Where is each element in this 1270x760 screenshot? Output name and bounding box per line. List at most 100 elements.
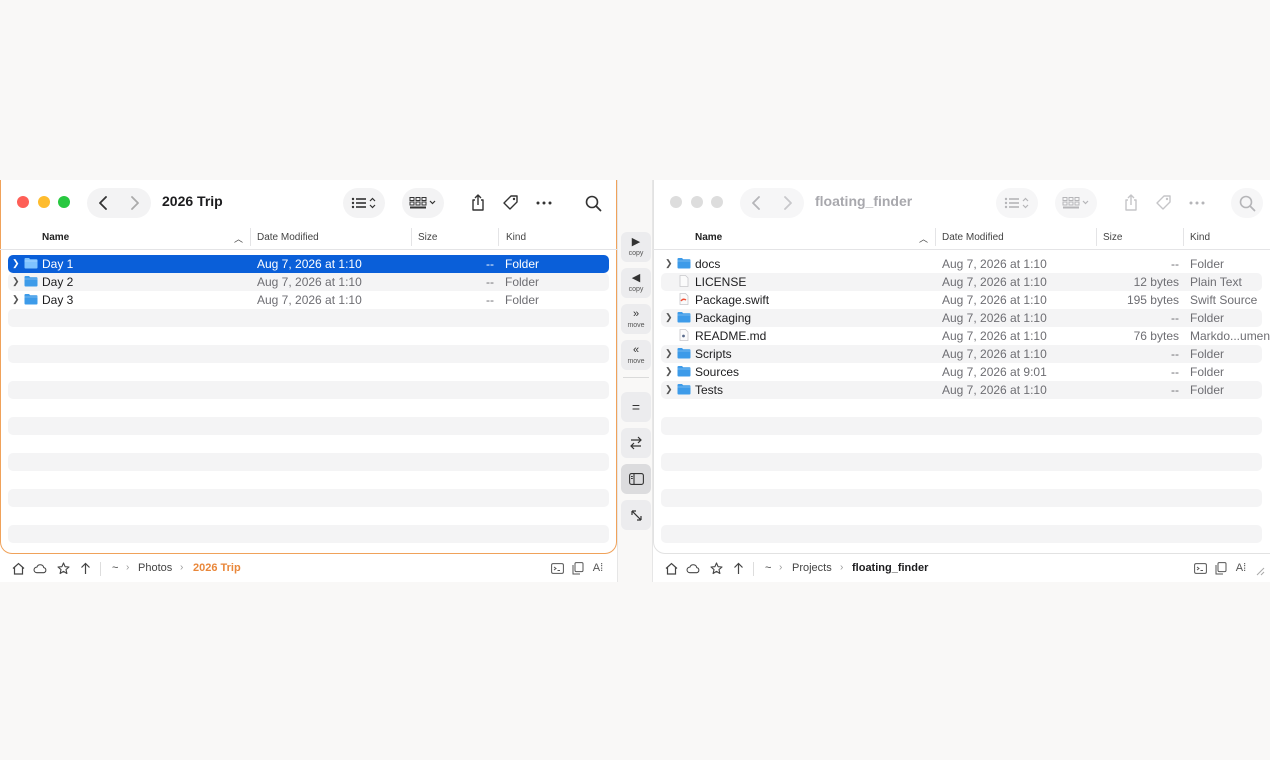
share-button[interactable]: [1116, 188, 1146, 218]
more-button[interactable]: [529, 188, 559, 218]
home-button[interactable]: [664, 561, 678, 575]
toggle-sidebar-button[interactable]: [621, 464, 651, 494]
empty-row: [8, 381, 609, 399]
resize-grip[interactable]: [1253, 564, 1265, 576]
favorites-button[interactable]: [709, 561, 723, 575]
column-divider[interactable]: [498, 228, 499, 246]
swap-panes-button[interactable]: [621, 428, 651, 458]
move-left-button[interactable]: « move: [621, 340, 651, 370]
empty-row: [661, 525, 1262, 543]
close-button[interactable]: [17, 196, 29, 208]
icloud-button[interactable]: [686, 561, 700, 575]
column-divider[interactable]: [1096, 228, 1097, 246]
kind-column-header[interactable]: Kind: [506, 232, 526, 243]
copy-right-label: copy: [628, 250, 644, 257]
equalize-panes-button[interactable]: =: [621, 392, 651, 422]
icloud-button[interactable]: [33, 561, 47, 575]
copy-path-icon: [1215, 561, 1227, 574]
group-by-button[interactable]: [402, 188, 444, 218]
zoom-button[interactable]: [711, 196, 723, 208]
disclosure-chevron-icon[interactable]: ❯: [665, 258, 673, 269]
column-divider[interactable]: [411, 228, 412, 246]
minimize-button[interactable]: [691, 196, 703, 208]
file-row-packaging[interactable]: ❯ Packaging Aug 7, 2026 at 1:10 -- Folder: [661, 309, 1262, 327]
text-size-button[interactable]: A⁞: [1234, 561, 1248, 575]
search-button[interactable]: [1231, 188, 1263, 218]
file-size: --: [486, 257, 494, 271]
copy-right-button[interactable]: ▶ copy: [621, 232, 651, 262]
breadcrumb-current[interactable]: 2026 Trip: [193, 562, 241, 574]
size-column-header[interactable]: Size: [1103, 232, 1122, 243]
file-row-package-swift[interactable]: Package.swift Aug 7, 2026 at 1:10 195 byte…: [661, 291, 1262, 309]
expand-button[interactable]: [621, 500, 651, 530]
kind-column-header[interactable]: Kind: [1190, 232, 1210, 243]
file-row-docs[interactable]: ❯ docs Aug 7, 2026 at 1:10 -- Folder: [661, 255, 1262, 273]
share-button[interactable]: [463, 188, 493, 218]
file-row-scripts[interactable]: ❯ Scripts Aug 7, 2026 at 1:10 -- Folder: [661, 345, 1262, 363]
zoom-button[interactable]: [58, 196, 70, 208]
breadcrumb-home[interactable]: ~: [765, 562, 771, 574]
breadcrumb-projects[interactable]: Projects: [792, 562, 832, 574]
breadcrumb-current[interactable]: floating_finder: [852, 562, 928, 574]
file-size: --: [1171, 347, 1179, 361]
disclosure-chevron-icon[interactable]: ❯: [665, 348, 673, 359]
disclosure-chevron-icon[interactable]: ❯: [12, 258, 20, 269]
file-row-day-1[interactable]: ❯ Day 1 Aug 7, 2026 at 1:10 -- Folder: [8, 255, 609, 273]
parent-folder-button[interactable]: [78, 561, 92, 575]
home-button[interactable]: [11, 561, 25, 575]
disclosure-chevron-icon[interactable]: ❯: [665, 366, 673, 377]
file-row-day-3[interactable]: ❯ Day 3 Aug 7, 2026 at 1:10 -- Folder: [8, 291, 609, 309]
more-button[interactable]: [1182, 188, 1212, 218]
tag-button[interactable]: [1149, 188, 1179, 218]
forward-button[interactable]: [772, 188, 804, 218]
file-row-tests[interactable]: ❯ Tests Aug 7, 2026 at 1:10 -- Folder: [661, 381, 1262, 399]
forward-button[interactable]: [119, 188, 151, 218]
file-name: README.md: [695, 329, 767, 343]
text-size-button[interactable]: A⁞: [591, 561, 605, 575]
disclosure-chevron-icon[interactable]: ❯: [12, 276, 20, 287]
file-kind: Plain Text: [1190, 275, 1242, 289]
terminal-button[interactable]: [1193, 561, 1207, 575]
file-date: Aug 7, 2026 at 1:10: [257, 293, 362, 307]
view-mode-button[interactable]: [343, 188, 385, 218]
close-button[interactable]: [670, 196, 682, 208]
disclosure-chevron-icon[interactable]: ❯: [12, 294, 20, 305]
breadcrumb-home[interactable]: ~: [112, 562, 118, 574]
copy-left-button[interactable]: ◀ copy: [621, 268, 651, 298]
column-divider[interactable]: [250, 228, 251, 246]
name-column-header[interactable]: Name: [695, 232, 722, 243]
terminal-button[interactable]: [550, 561, 564, 575]
group-by-button[interactable]: [1055, 188, 1097, 218]
view-mode-button[interactable]: [996, 188, 1038, 218]
breadcrumb-photos[interactable]: Photos: [138, 562, 172, 574]
move-right-button[interactable]: » move: [621, 304, 651, 334]
disclosure-chevron-icon[interactable]: ❯: [665, 312, 673, 323]
copy-path-button[interactable]: [1214, 561, 1228, 575]
date-column-header[interactable]: Date Modified: [257, 232, 319, 243]
column-divider[interactable]: [1183, 228, 1184, 246]
file-kind: Folder: [505, 275, 540, 289]
file-row-sources[interactable]: ❯ Sources Aug 7, 2026 at 9:01 -- Folder: [661, 363, 1262, 381]
date-column-header[interactable]: Date Modified: [942, 232, 1004, 243]
favorites-button[interactable]: [56, 561, 70, 575]
back-button[interactable]: [740, 188, 772, 218]
star-icon: [56, 561, 70, 574]
file-icon: [677, 311, 691, 323]
file-icon: [677, 257, 691, 269]
copy-path-button[interactable]: [571, 561, 585, 575]
tag-button[interactable]: [496, 188, 526, 218]
column-divider[interactable]: [935, 228, 936, 246]
nav-buttons: [87, 188, 151, 218]
file-date: Aug 7, 2026 at 1:10: [942, 329, 1047, 343]
parent-folder-button[interactable]: [731, 561, 745, 575]
size-column-header[interactable]: Size: [418, 232, 437, 243]
disclosure-chevron-icon[interactable]: ❯: [665, 384, 673, 395]
file-row-license[interactable]: LICENSE Aug 7, 2026 at 1:10 12 bytes Plain …: [661, 273, 1262, 291]
name-column-header[interactable]: Name: [42, 232, 69, 243]
back-button[interactable]: [87, 188, 119, 218]
resize-grip-icon: [1256, 567, 1265, 576]
minimize-button[interactable]: [38, 196, 50, 208]
file-row-day-2[interactable]: ❯ Day 2 Aug 7, 2026 at 1:10 -- Folder: [8, 273, 609, 291]
search-button[interactable]: [578, 188, 608, 218]
file-row-readme-md[interactable]: README.md Aug 7, 2026 at 1:10 76 bytes Mark…: [661, 327, 1270, 345]
